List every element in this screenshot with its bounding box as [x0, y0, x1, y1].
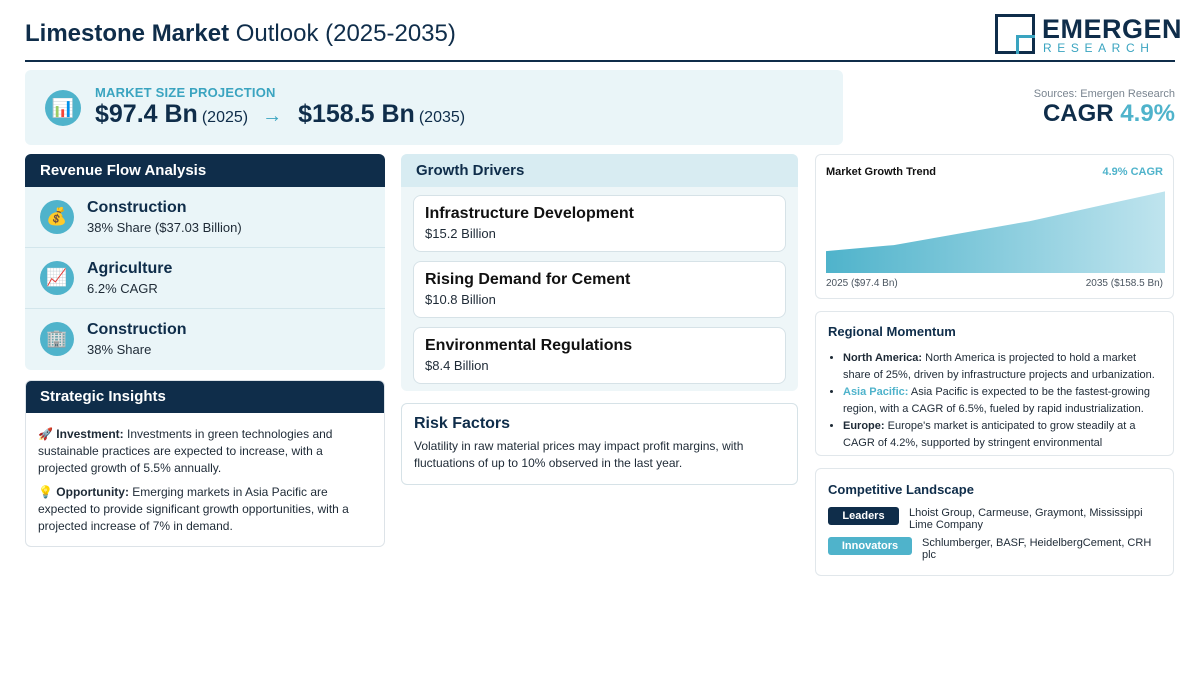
- market-growth-trend-card: Market Growth Trend 4.9% CAGR 2025 ($97.…: [815, 154, 1174, 299]
- revenue-item-sub: 38% Share ($37.03 Billion): [87, 220, 242, 235]
- x-end-label: 2035 ($158.5 Bn): [1085, 278, 1163, 289]
- cagr-label: CAGR: [1042, 100, 1114, 127]
- trend-area-series: [826, 191, 1165, 273]
- start-value: $97.4 Bn: [95, 100, 198, 128]
- driver-value: $15.2 Billion: [425, 226, 496, 241]
- trend-title: Market Growth Trend: [826, 166, 937, 178]
- strategic-insights-card: Strategic Insights 🚀 Investment: Investm…: [25, 380, 385, 547]
- title-bold: Limestone Market: [25, 20, 230, 47]
- region-label: Europe:: [843, 420, 885, 433]
- trend-area-chart: [826, 191, 1165, 273]
- region-item: Asia Pacific: Asia Pacific is expected t…: [843, 384, 1161, 418]
- chart-up-icon: 📈: [40, 261, 74, 295]
- end-value: $158.5 Bn: [298, 100, 415, 128]
- logo-sub: RESEARCH: [1043, 41, 1155, 55]
- lightbulb-icon: 💡: [38, 485, 53, 499]
- regional-title: Regional Momentum: [828, 324, 956, 339]
- leaders-badge: Leaders: [828, 507, 899, 525]
- logo-mark-icon: [995, 14, 1035, 54]
- innovators-text: Schlumberger, BASF, HeidelbergCement, CR…: [922, 537, 1152, 561]
- region-label: Asia Pacific:: [843, 386, 909, 399]
- cagr-headline: CAGR 4.9%: [1043, 100, 1175, 128]
- projection-label: MARKET SIZE PROJECTION: [95, 85, 276, 100]
- growth-drivers-title: Growth Drivers: [401, 154, 798, 187]
- end-year: (2035): [418, 109, 466, 126]
- driver-title: Infrastructure Development: [425, 205, 634, 222]
- revenue-item: 📈 Agriculture 6.2% CAGR: [25, 248, 385, 309]
- title-rest: Outlook (2025-2035): [235, 20, 456, 47]
- risk-factors-card: Risk Factors Volatility in raw material …: [401, 403, 798, 485]
- competitive-landscape-card: Competitive Landscape Leaders Lhoist Gro…: [815, 468, 1174, 576]
- revenue-flow-card: Revenue Flow Analysis 💰 Construction 38%…: [25, 154, 385, 370]
- trend-cagr: 4.9% CAGR: [1102, 166, 1163, 178]
- money-bag-icon: 💰: [40, 200, 74, 234]
- driver-item: Rising Demand for Cement $10.8 Billion: [413, 261, 786, 318]
- competitive-title: Competitive Landscape: [828, 482, 974, 497]
- growth-drivers-card: Growth Drivers Infrastructure Developmen…: [401, 154, 798, 391]
- header-divider: [25, 60, 1175, 62]
- page-title: Limestone Market Outlook (2025-2035): [25, 20, 456, 48]
- building-icon: 🏢: [40, 322, 74, 356]
- cagr-value: 4.9%: [1120, 100, 1175, 127]
- driver-item: Infrastructure Development $15.2 Billion: [413, 195, 786, 252]
- revenue-item-title: Agriculture: [87, 260, 173, 277]
- insight-opportunity: 💡 Opportunity: Emerging markets in Asia …: [26, 484, 384, 535]
- insight-label: Investment:: [56, 427, 124, 441]
- market-size-banner: 📊 MARKET SIZE PROJECTION $97.4 Bn (2025) →…: [25, 70, 843, 145]
- region-text: Europe's market is anticipated to grow s…: [843, 420, 1136, 455]
- regional-momentum-card: Regional Momentum North America: North A…: [815, 311, 1174, 456]
- projection-values: $97.4 Bn (2025) → $158.5 Bn (2035): [95, 100, 465, 129]
- bar-chart-icon: 📊: [45, 90, 81, 126]
- start-year: (2025): [201, 109, 249, 126]
- revenue-flow-title: Revenue Flow Analysis: [25, 154, 385, 187]
- insight-label: Opportunity:: [56, 485, 129, 499]
- sources-note: Sources: Emergen Research: [1033, 88, 1175, 100]
- leaders-text: Lhoist Group, Carmeuse, Graymont, Missis…: [909, 507, 1143, 531]
- risk-title: Risk Factors: [414, 415, 511, 432]
- region-item: North America: North America is projecte…: [843, 350, 1161, 384]
- arrow-right-icon: →: [262, 105, 283, 127]
- driver-item: Environmental Regulations $8.4 Billion: [413, 327, 786, 384]
- driver-value: $10.8 Billion: [425, 292, 496, 307]
- region-item: Europe: Europe's market is anticipated t…: [843, 418, 1161, 455]
- driver-title: Environmental Regulations: [425, 337, 633, 354]
- revenue-item: 💰 Construction 38% Share ($37.03 Billion…: [25, 187, 385, 248]
- driver-value: $8.4 Billion: [425, 358, 489, 373]
- revenue-item-sub: 6.2% CAGR: [87, 281, 158, 296]
- regional-list: North America: North America is projecte…: [828, 350, 1161, 455]
- emergen-logo: EMERGEN RESEARCH: [995, 14, 1182, 56]
- region-label: North America:: [843, 352, 923, 364]
- logo-word: EMERGEN: [1042, 14, 1183, 44]
- insight-investment: 🚀 Investment: Investments in green techn…: [26, 426, 384, 477]
- revenue-item-title: Construction: [87, 321, 187, 338]
- x-start-label: 2025 ($97.4 Bn): [826, 278, 898, 289]
- strategic-insights-title: Strategic Insights: [26, 381, 384, 413]
- revenue-item-sub: 38% Share: [87, 342, 152, 357]
- driver-title: Rising Demand for Cement: [425, 271, 631, 288]
- innovators-badge: Innovators: [828, 537, 912, 555]
- revenue-item: 🏢 Construction 38% Share: [25, 309, 385, 370]
- risk-text: Volatility in raw material prices may im…: [414, 439, 744, 470]
- rocket-icon: 🚀: [38, 427, 53, 441]
- revenue-item-title: Construction: [87, 199, 187, 216]
